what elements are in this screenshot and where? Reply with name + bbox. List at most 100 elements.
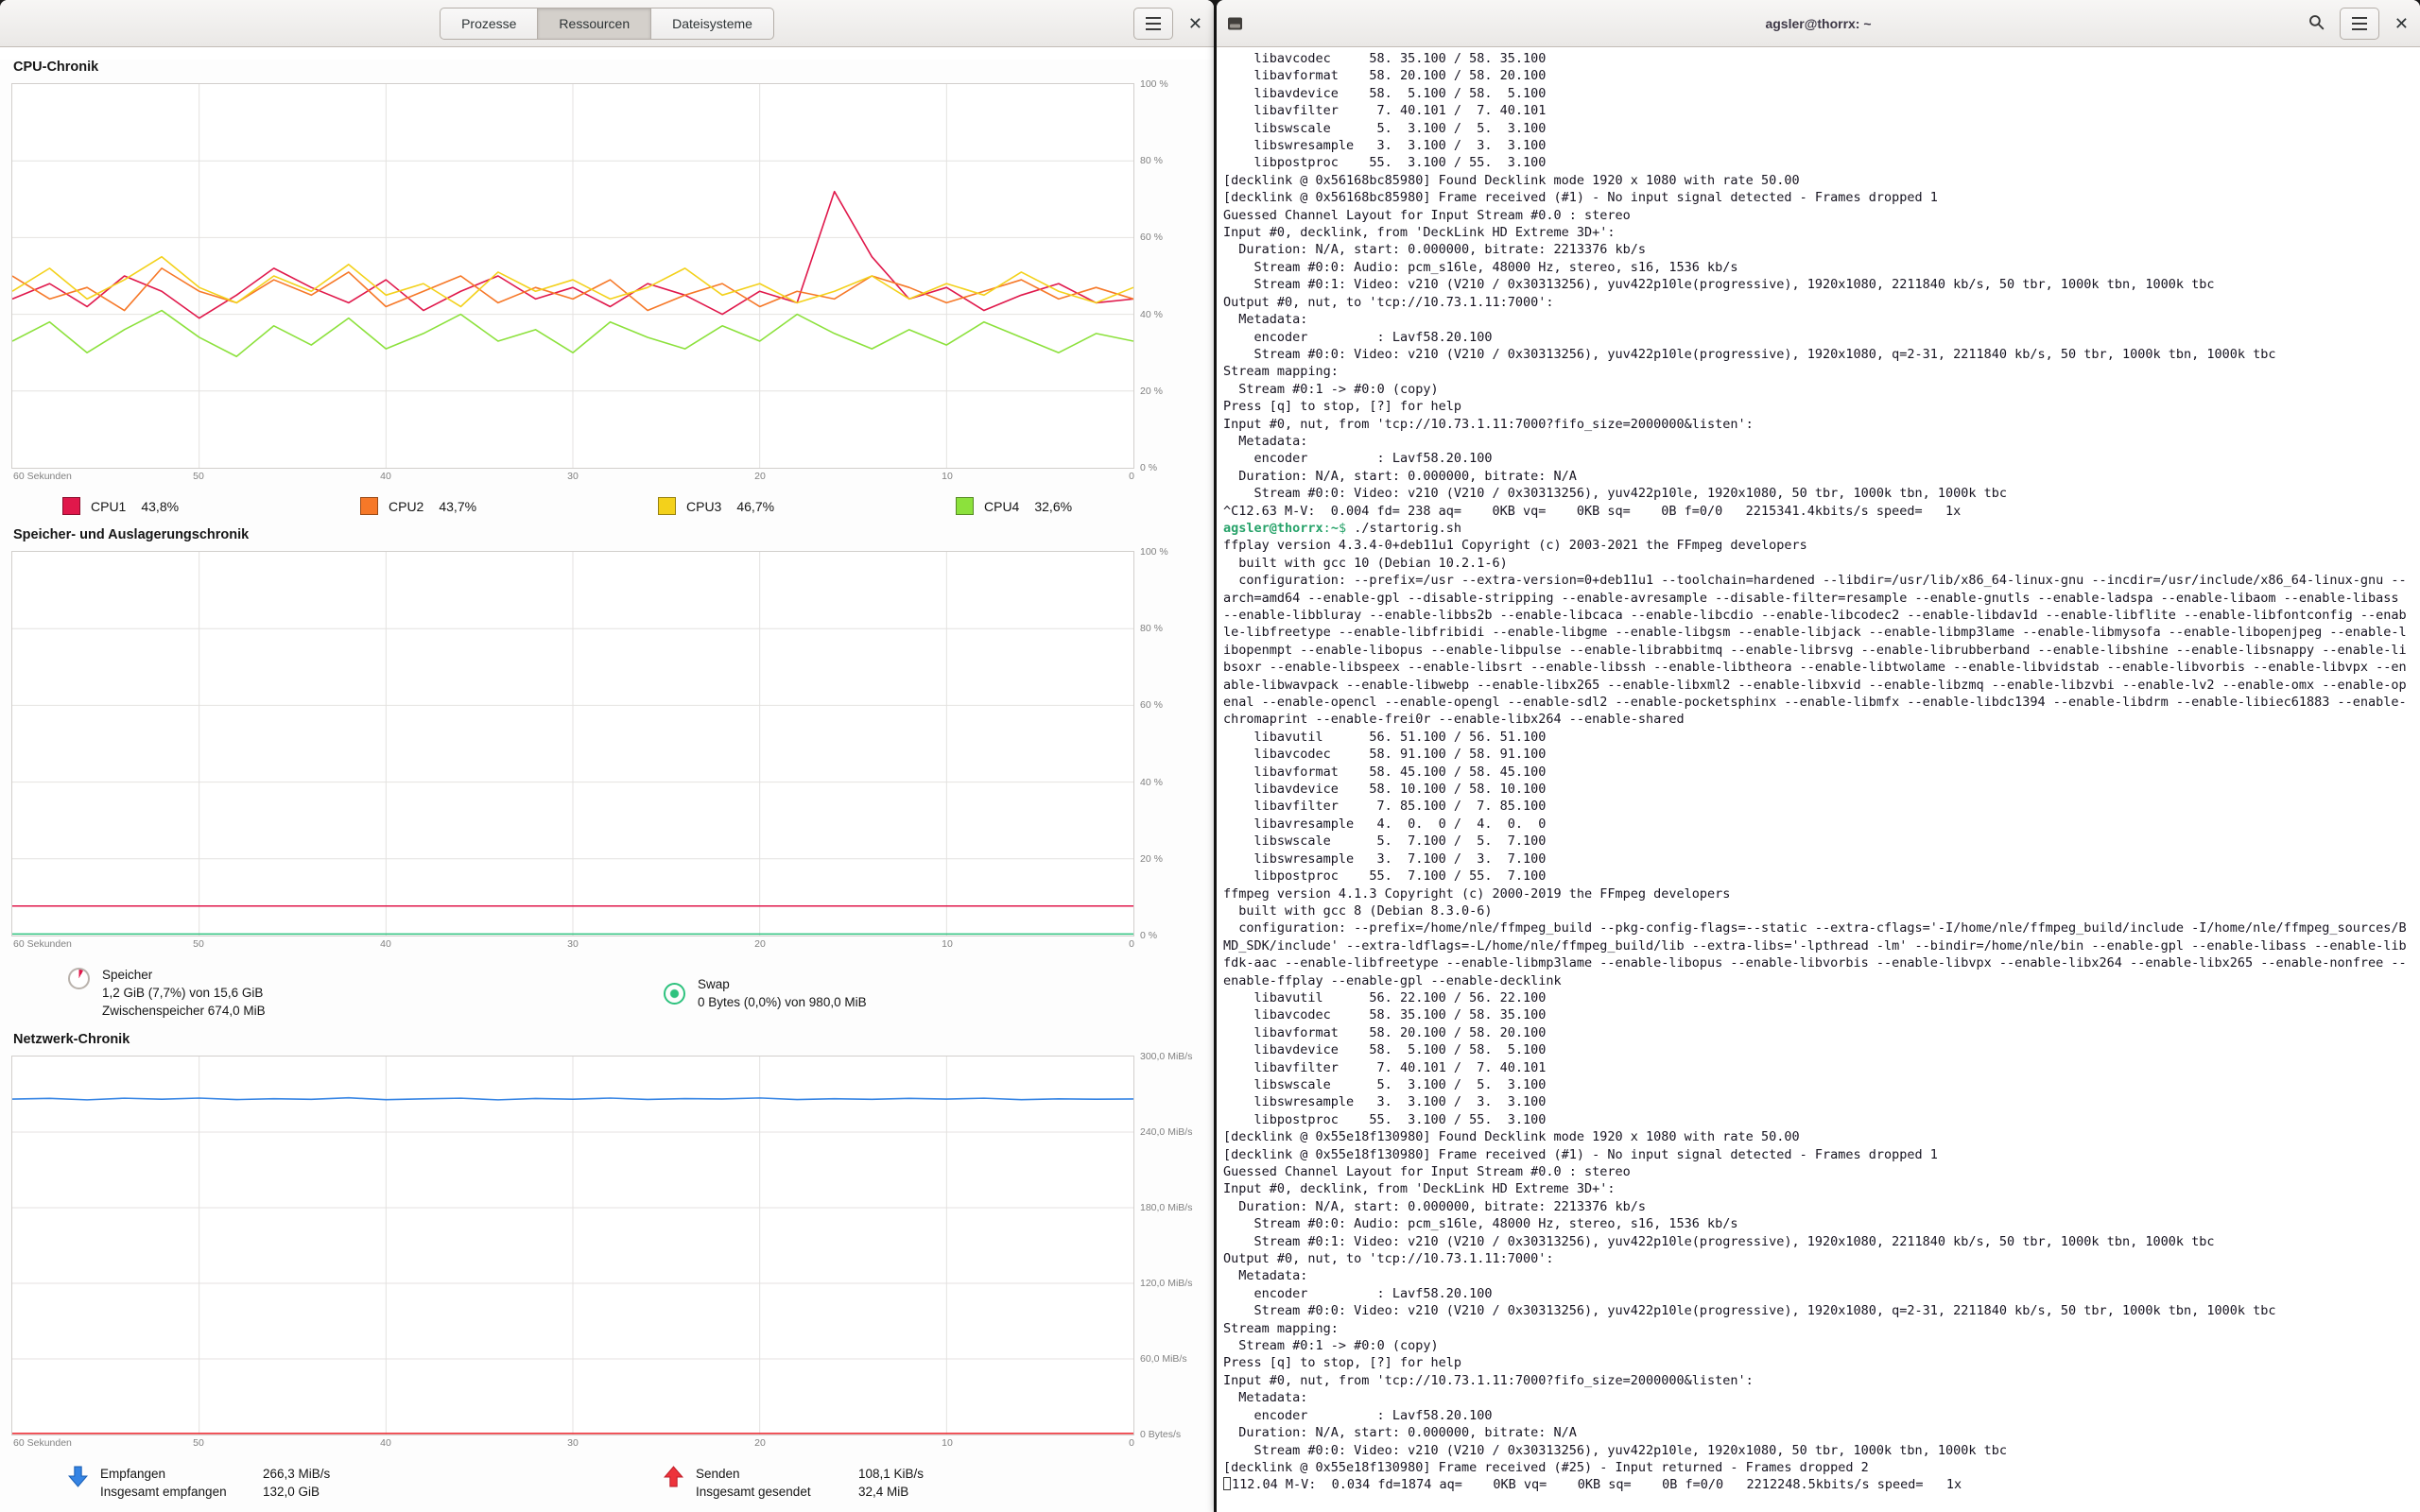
x-axis-label: 10 — [942, 471, 953, 482]
tab-prozesse[interactable]: Prozesse — [440, 8, 537, 40]
terminal-line: libswscale 5. 7.100 / 5. 7.100 — [1223, 833, 2413, 850]
tab-dateisysteme[interactable]: Dateisysteme — [650, 8, 774, 40]
terminal-line: built with gcc 8 (Debian 8.3.0-6) — [1223, 902, 2413, 919]
terminal-line: Stream #0:1: Video: v210 (V210 / 0x30313… — [1223, 1233, 2413, 1250]
memory-label: Speicher — [102, 966, 266, 984]
terminal-line: Stream mapping: — [1223, 363, 2413, 380]
terminal-close-button[interactable]: ✕ — [2394, 15, 2409, 32]
terminal-line: configuration: --prefix=/usr --extra-ver… — [1223, 572, 2413, 729]
received-total-label: Insgesamt empfangen — [100, 1483, 259, 1501]
terminal-screen[interactable]: libavcodec 58. 35.100 / 58. 35.100 libav… — [1217, 47, 2420, 1512]
received-rate: 266,3 MiB/s — [263, 1465, 330, 1483]
terminal-line: libpostproc 55. 3.100 / 55. 3.100 — [1223, 154, 2413, 171]
cpu3-color-swatch — [658, 497, 676, 515]
terminal-line: [decklink @ 0x56168bc85980] Frame receiv… — [1223, 189, 2413, 206]
received-label: Empfangen — [100, 1465, 259, 1483]
monitor-headerbar: Prozesse Ressourcen Dateisysteme ✕ — [0, 0, 1214, 47]
memory-x-axis: 60 Sekunden50403020100 — [11, 938, 1134, 954]
upload-arrow-icon — [664, 1466, 683, 1492]
y-axis-label: 40 % — [1140, 777, 1163, 788]
terminal-title: agsler@thorrx: ~ — [1765, 16, 1871, 31]
system-monitor-window: Prozesse Ressourcen Dateisysteme ✕ CPU-C… — [0, 0, 1214, 1512]
terminal-line: libswresample 3. 3.100 / 3. 3.100 — [1223, 1093, 2413, 1110]
x-axis-label: 30 — [567, 471, 579, 482]
y-axis-label: 60 % — [1140, 232, 1163, 243]
cpu1-value: 43,8% — [141, 499, 179, 514]
cpu2-label: CPU2 — [389, 499, 424, 514]
terminal-line: Output #0, nut, to 'tcp://10.73.1.11:700… — [1223, 1250, 2413, 1267]
desktop: Prozesse Ressourcen Dateisysteme ✕ CPU-C… — [0, 0, 2420, 1512]
memory-legend-item: Speicher 1,2 GiB (7,7%) von 15,6 GiB Zwi… — [11, 966, 607, 1020]
y-axis-label: 0 % — [1140, 462, 1157, 473]
terminal-line: Duration: N/A, start: 0.000000, bitrate:… — [1223, 241, 2413, 258]
network-y-axis: 300,0 MiB/s240,0 MiB/s180,0 MiB/s120,0 M… — [1133, 1057, 1201, 1435]
network-chart: 300,0 MiB/s240,0 MiB/s180,0 MiB/s120,0 M… — [11, 1056, 1134, 1435]
monitor-menu-button[interactable] — [1133, 8, 1173, 40]
x-axis-label: 50 — [193, 938, 204, 950]
swap-legend-item: Swap 0 Bytes (0,0%) von 980,0 MiB — [607, 966, 1202, 1020]
tab-ressourcen[interactable]: Ressourcen — [537, 8, 650, 40]
terminal-line: Press [q] to stop, [?] for help — [1223, 398, 2413, 415]
y-axis-label: 60 % — [1140, 699, 1163, 711]
x-axis-label: 50 — [193, 1437, 204, 1449]
terminal-text-segment: ~ — [1331, 521, 1339, 536]
terminal-line: libavcodec 58. 35.100 / 58. 35.100 — [1223, 50, 2413, 67]
terminal-line: libavdevice 58. 5.100 / 58. 5.100 — [1223, 85, 2413, 102]
x-axis-label: 0 — [1129, 1437, 1134, 1449]
terminal-line: Metadata: — [1223, 1389, 2413, 1406]
terminal-line: Duration: N/A, start: 0.000000, bitrate:… — [1223, 468, 2413, 485]
terminal-line: libavfilter 7. 40.101 / 7. 40.101 — [1223, 1059, 2413, 1076]
terminal-line: configuration: --prefix=/home/nle/ffmpeg… — [1223, 919, 2413, 989]
close-icon: ✕ — [2394, 15, 2409, 32]
terminal-line: 112.04 M-V: 0.034 fd=1874 aq= 0KB vq= 0K… — [1223, 1476, 2413, 1493]
terminal-line: encoder : Lavf58.20.100 — [1223, 1285, 2413, 1302]
memory-chart: 100 %80 %60 %40 %20 %0 % — [11, 551, 1134, 936]
x-axis-label: 20 — [754, 938, 766, 950]
terminal-text-segment: $ — [1339, 521, 1346, 536]
search-button[interactable] — [2308, 14, 2325, 33]
y-axis-label: 40 % — [1140, 309, 1163, 320]
terminal-line: libavformat 58. 20.100 / 58. 20.100 — [1223, 1024, 2413, 1041]
terminal-line: ffmpeg version 4.1.3 Copyright (c) 2000-… — [1223, 885, 2413, 902]
y-axis-label: 0 Bytes/s — [1140, 1429, 1181, 1440]
terminal-text-segment: ./startorig.sh — [1346, 521, 1461, 536]
cpu1-color-swatch — [62, 497, 80, 515]
monitor-close-button[interactable]: ✕ — [1188, 15, 1202, 32]
y-axis-label: 0 % — [1140, 930, 1157, 941]
cpu1-legend-item: CPU1 43,8% — [11, 497, 309, 515]
sent-label: Senden — [696, 1465, 855, 1483]
cpu-y-axis: 100 %80 %60 %40 %20 %0 % — [1133, 84, 1201, 468]
cpu3-label: CPU3 — [686, 499, 721, 514]
terminal-line: Stream #0:1 -> #0:0 (copy) — [1223, 1337, 2413, 1354]
y-axis-label: 20 % — [1140, 853, 1163, 865]
sent-total: 32,4 MiB — [858, 1483, 924, 1501]
y-axis-label: 180,0 MiB/s — [1140, 1202, 1192, 1213]
x-axis-label: 10 — [942, 1437, 953, 1449]
terminal-line: Guessed Channel Layout for Input Stream … — [1223, 207, 2413, 224]
new-tab-icon — [1228, 17, 1242, 29]
y-axis-label: 80 % — [1140, 623, 1163, 634]
terminal-line: libpostproc 55. 3.100 / 55. 3.100 — [1223, 1111, 2413, 1128]
terminal-cursor — [1223, 1477, 1231, 1490]
terminal-line: libavcodec 58. 91.100 / 58. 91.100 — [1223, 746, 2413, 763]
terminal-line: agsler@thorrx:~$ ./startorig.sh — [1223, 520, 2413, 537]
memory-pie-icon — [68, 968, 90, 989]
terminal-line: libavresample 4. 0. 0 / 4. 0. 0 — [1223, 816, 2413, 833]
y-axis-label: 20 % — [1140, 386, 1163, 397]
swap-label: Swap — [698, 975, 867, 993]
cpu2-value: 43,7% — [439, 499, 476, 514]
terminal-line: libavformat 58. 20.100 / 58. 20.100 — [1223, 67, 2413, 84]
terminal-line: [decklink @ 0x55e18f130980] Frame receiv… — [1223, 1459, 2413, 1476]
terminal-line: encoder : Lavf58.20.100 — [1223, 1407, 2413, 1424]
terminal-line: Duration: N/A, start: 0.000000, bitrate:… — [1223, 1198, 2413, 1215]
terminal-menu-button[interactable] — [2340, 8, 2379, 40]
terminal-text-segment: : — [1323, 521, 1331, 536]
cpu4-legend-item: CPU4 32,6% — [905, 497, 1202, 515]
terminal-line: libavdevice 58. 5.100 / 58. 5.100 — [1223, 1041, 2413, 1058]
x-axis-label: 40 — [380, 471, 391, 482]
terminal-line: ^C12.63 M-V: 0.004 fd= 238 aq= 0KB vq= 0… — [1223, 503, 2413, 520]
cpu3-legend-item: CPU3 46,7% — [607, 497, 905, 515]
terminal-line: encoder : Lavf58.20.100 — [1223, 329, 2413, 346]
new-tab-button[interactable] — [1228, 17, 1242, 29]
terminal-line: Stream #0:0: Video: v210 (V210 / 0x30313… — [1223, 485, 2413, 502]
